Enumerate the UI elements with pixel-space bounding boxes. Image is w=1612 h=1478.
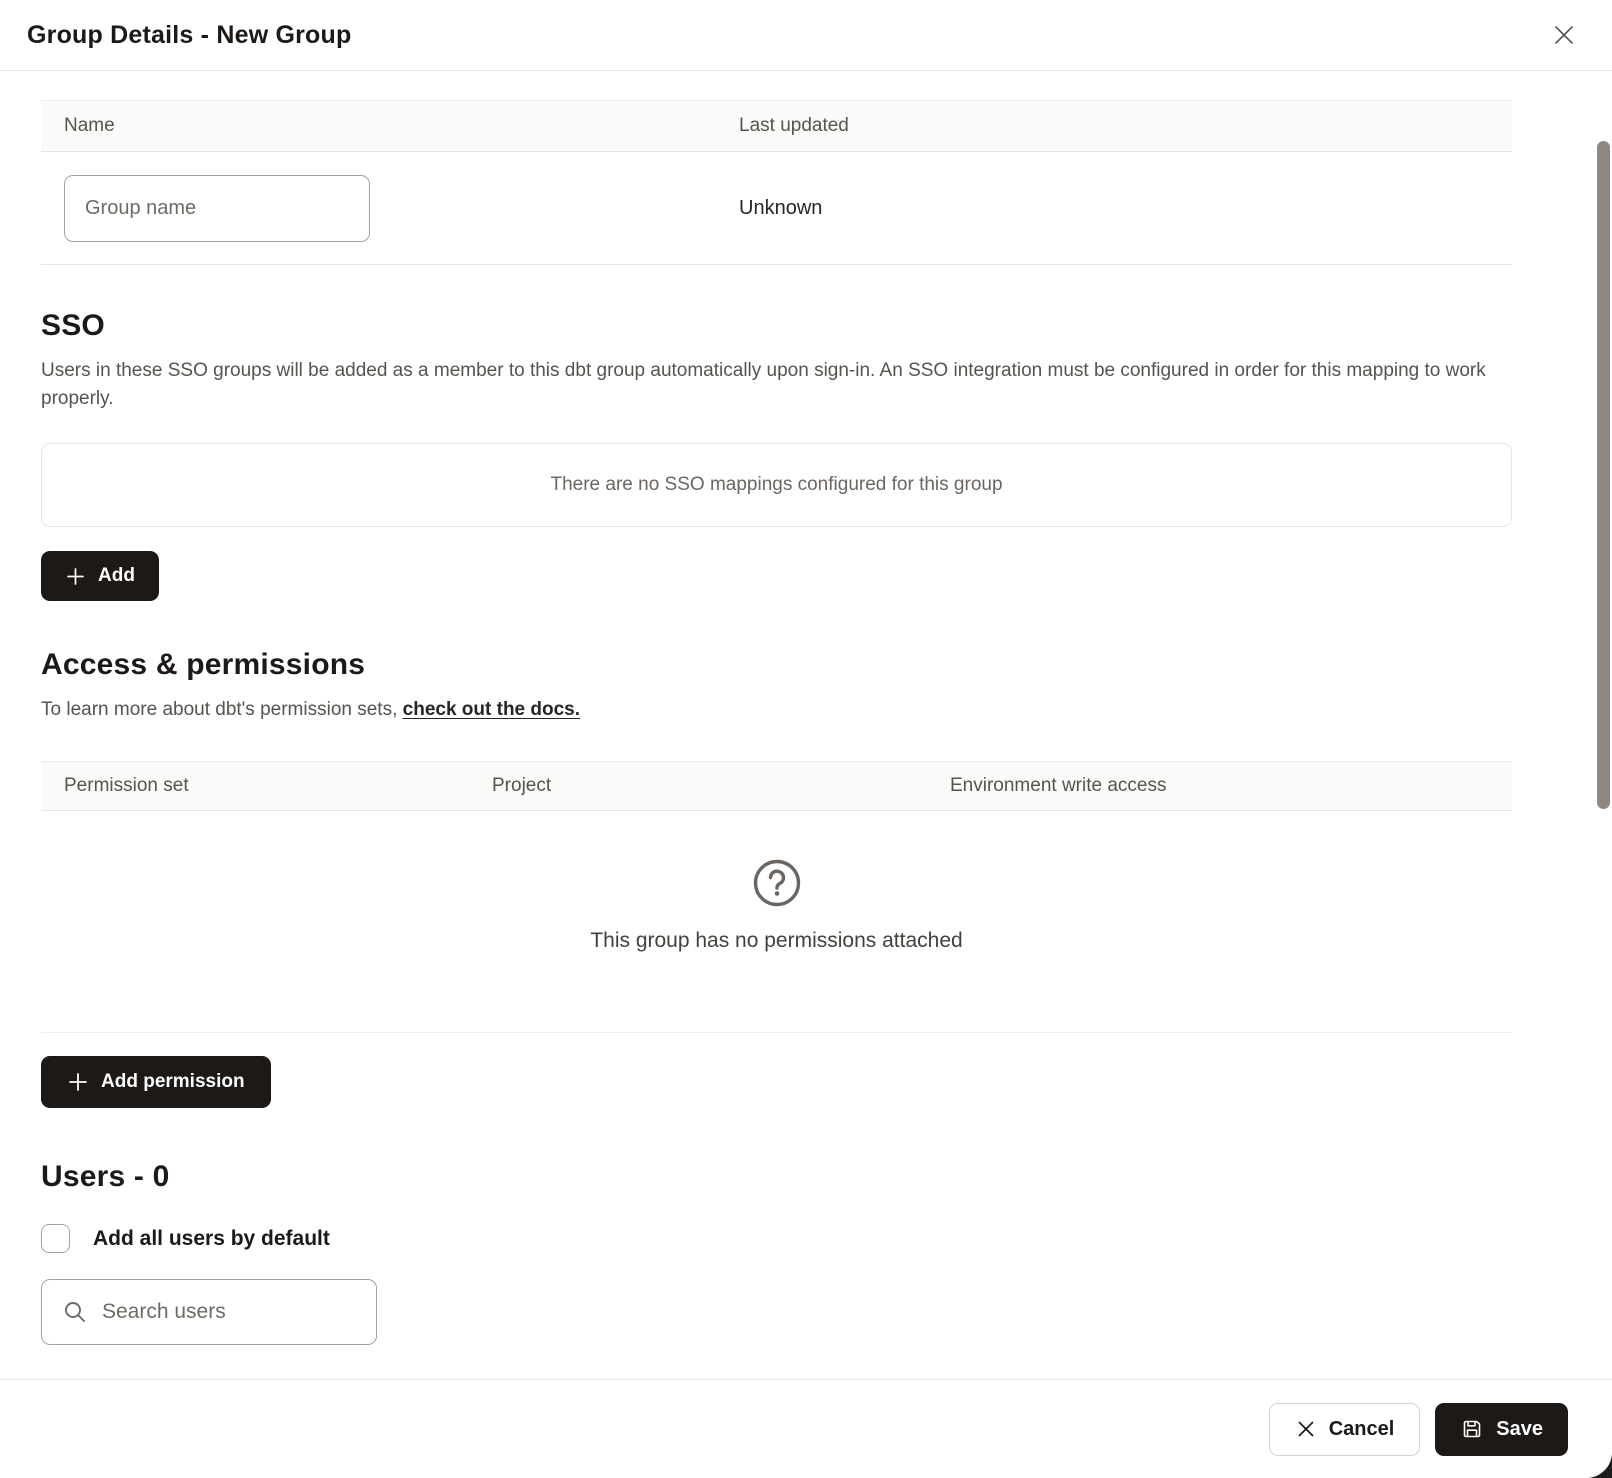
cancel-button-label: Cancel — [1329, 1418, 1395, 1441]
access-permissions-heading: Access & permissions — [41, 648, 1512, 682]
column-header-environment-write-access: Environment write access — [927, 775, 1512, 797]
add-all-users-checkbox[interactable] — [41, 1224, 70, 1253]
name-table: Name Last updated Unknown — [41, 100, 1512, 265]
search-icon — [62, 1299, 88, 1325]
modal-title: Group Details - New Group — [27, 21, 351, 50]
save-floppy-icon — [1460, 1417, 1484, 1441]
modal-header: Group Details - New Group — [0, 0, 1612, 71]
name-table-row: Unknown — [41, 152, 1512, 265]
group-details-modal: Group Details - New Group Name Last upda… — [0, 0, 1612, 1478]
plus-icon — [67, 1071, 89, 1093]
column-header-permission-set: Permission set — [41, 775, 469, 797]
permissions-table-header: Permission set Project Environment write… — [41, 761, 1512, 811]
permissions-empty-message: This group has no permissions attached — [590, 929, 962, 953]
last-updated-value: Unknown — [716, 197, 1512, 220]
save-button-label: Save — [1496, 1418, 1543, 1441]
access-permissions-description: To learn more about dbt's permission set… — [41, 696, 1503, 724]
sso-empty-state: There are no SSO mappings configured for… — [41, 443, 1512, 527]
sso-description: Users in these SSO groups will be added … — [41, 357, 1503, 413]
question-mark-icon — [752, 858, 802, 908]
column-header-project: Project — [469, 775, 927, 797]
name-table-header: Name Last updated — [41, 100, 1512, 152]
plus-icon — [65, 566, 86, 587]
docs-link[interactable]: check out the docs. — [403, 699, 580, 720]
permissions-table: Permission set Project Environment write… — [41, 761, 1512, 1033]
save-button[interactable]: Save — [1435, 1403, 1568, 1456]
permissions-empty-state: This group has no permissions attached — [41, 811, 1512, 1033]
column-header-name: Name — [41, 115, 716, 137]
modal-body: Name Last updated Unknown SSO Users in t… — [0, 71, 1612, 1379]
add-permission-button-label: Add permission — [101, 1071, 245, 1093]
search-users-input[interactable] — [102, 1300, 373, 1324]
add-button-label: Add — [98, 565, 135, 587]
column-header-last-updated: Last updated — [716, 115, 1512, 137]
add-sso-mapping-button[interactable]: Add — [41, 551, 159, 601]
add-all-users-label[interactable]: Add all users by default — [93, 1227, 330, 1251]
cancel-button[interactable]: Cancel — [1269, 1403, 1421, 1456]
description-text: To learn more about dbt's permission set… — [41, 699, 403, 720]
modal-footer: Cancel Save — [0, 1379, 1612, 1478]
users-heading: Users - 0 — [41, 1160, 1512, 1194]
group-name-input[interactable] — [64, 175, 370, 242]
add-permission-button[interactable]: Add permission — [41, 1056, 271, 1108]
vertical-scrollbar[interactable] — [1597, 141, 1610, 809]
search-users-field[interactable] — [41, 1279, 377, 1345]
sso-heading: SSO — [41, 309, 1512, 343]
x-icon — [1295, 1418, 1317, 1440]
close-icon — [1550, 21, 1578, 49]
close-button[interactable] — [1546, 17, 1582, 53]
add-all-users-row: Add all users by default — [41, 1224, 1512, 1253]
